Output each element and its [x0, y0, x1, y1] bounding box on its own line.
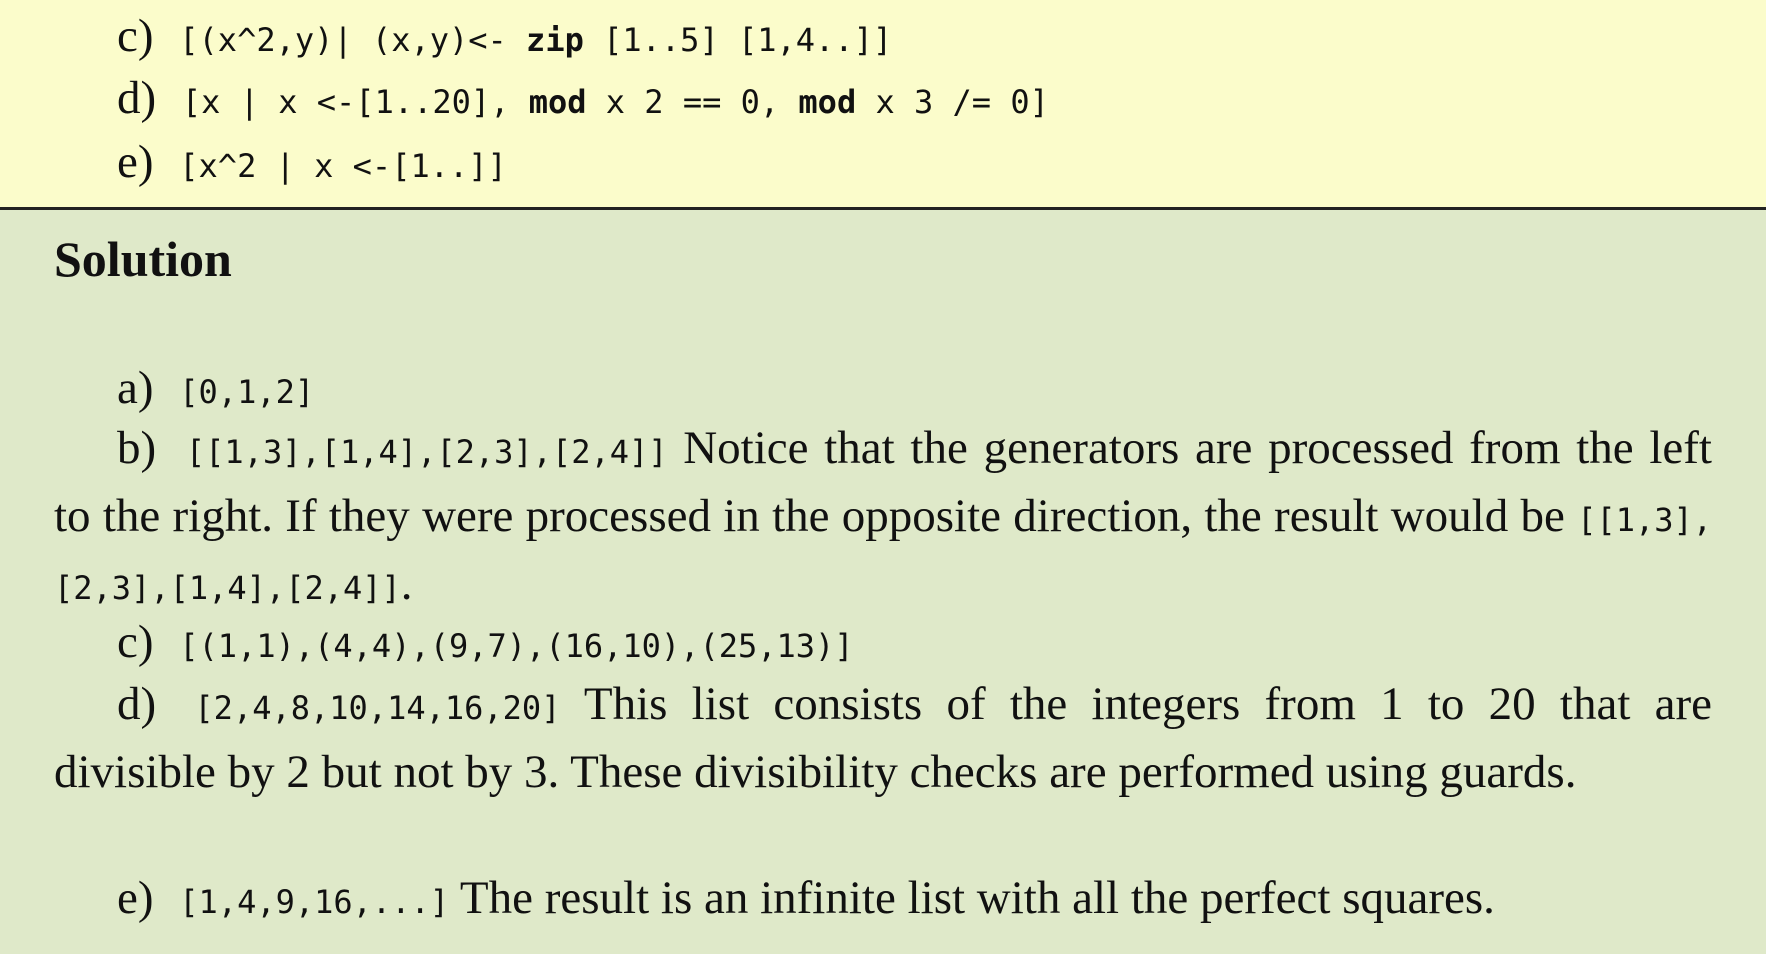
exercise-item-e: e) [x^2 | x <-[1..]] [117, 130, 507, 198]
solution-box: Solution a) [0,1,2] b) [[1,3],[1,4],[2,3… [0, 210, 1766, 954]
item-label: d) [117, 72, 157, 124]
code-snippet: [(1,1),(4,4),(9,7),(16,10),(25,13)] [179, 627, 854, 665]
exercise-item-d: d) [x | x <-[1..20], mod x 2 == 0, mod x… [117, 66, 1049, 134]
solution-item-b: b) [[1,3],[1,4],[2,3],[2,4]] Notice that… [54, 416, 1712, 620]
code-snippet: [x^2 | x <-[1..]] [179, 147, 507, 185]
solution-heading: Solution [54, 231, 232, 287]
code-snippet: [1,4,9,16,...] [179, 883, 449, 921]
explanation-text: The result is an infinite list with all … [459, 872, 1495, 924]
punctuation: . [400, 558, 413, 610]
solution-item-d: d) [2,4,8,10,14,16,20] This list consist… [54, 672, 1712, 804]
item-label: e) [117, 136, 154, 188]
item-label: d) [117, 678, 157, 730]
solution-item-e: e) [1,4,9,16,...] The result is an infin… [54, 866, 1766, 934]
item-label: c) [117, 616, 154, 668]
solution-item-a: a) [0,1,2] [54, 356, 1766, 424]
exercise-item-c: c) [(x^2,y)| (x,y)<- zip [1..5] [1,4..]] [117, 4, 892, 72]
code-snippet: [x | x <-[1..20], mod x 2 == 0, mod x 3 … [181, 83, 1049, 121]
exercise-box: c) [(x^2,y)| (x,y)<- zip [1..5] [1,4..]]… [0, 0, 1766, 210]
item-label: e) [117, 872, 154, 924]
solution-item-c: c) [(1,1),(4,4),(9,7),(16,10),(25,13)] [54, 610, 1766, 678]
item-label: a) [117, 362, 154, 414]
code-snippet: [2,4,8,10,14,16,20] [194, 689, 561, 727]
code-snippet: [0,1,2] [179, 373, 315, 411]
code-snippet: [[1,3],[1,4],[2,3],[2,4]] [185, 433, 668, 471]
item-label: c) [117, 10, 154, 62]
item-label: b) [117, 422, 157, 474]
code-snippet: [(x^2,y)| (x,y)<- zip [1..5] [1,4..]] [179, 21, 893, 59]
